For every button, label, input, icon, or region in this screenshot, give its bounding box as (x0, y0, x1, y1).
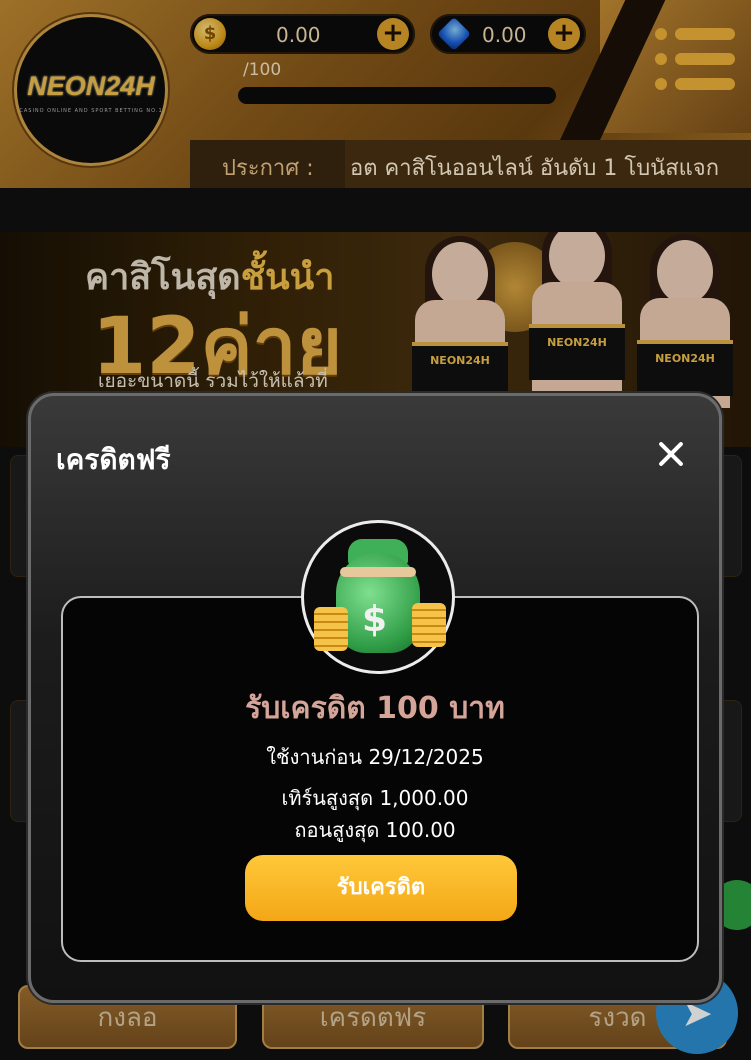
coin-stack-icon (314, 607, 348, 651)
modal-title: เครดิตฟรี (56, 443, 171, 476)
close-icon[interactable] (653, 436, 689, 472)
coin-stack-icon (412, 603, 446, 647)
credit-amount-title: รับเครดิต 100 บาท (245, 691, 505, 726)
expiry-date: ใช้งานก่อน 29/12/2025 (266, 745, 484, 769)
max-turnover: เทิร์นสูงสุด 1,000.00 (281, 786, 469, 810)
money-bag-icon: $ (301, 520, 455, 674)
claim-credit-button[interactable]: รับเครดิต (245, 855, 517, 921)
max-withdraw: ถอนสูงสุด 100.00 (294, 818, 456, 842)
free-credit-modal: เครดิตฟรี $ รับเครดิต 100 บาท ใช้งานก่อน… (28, 393, 722, 1003)
